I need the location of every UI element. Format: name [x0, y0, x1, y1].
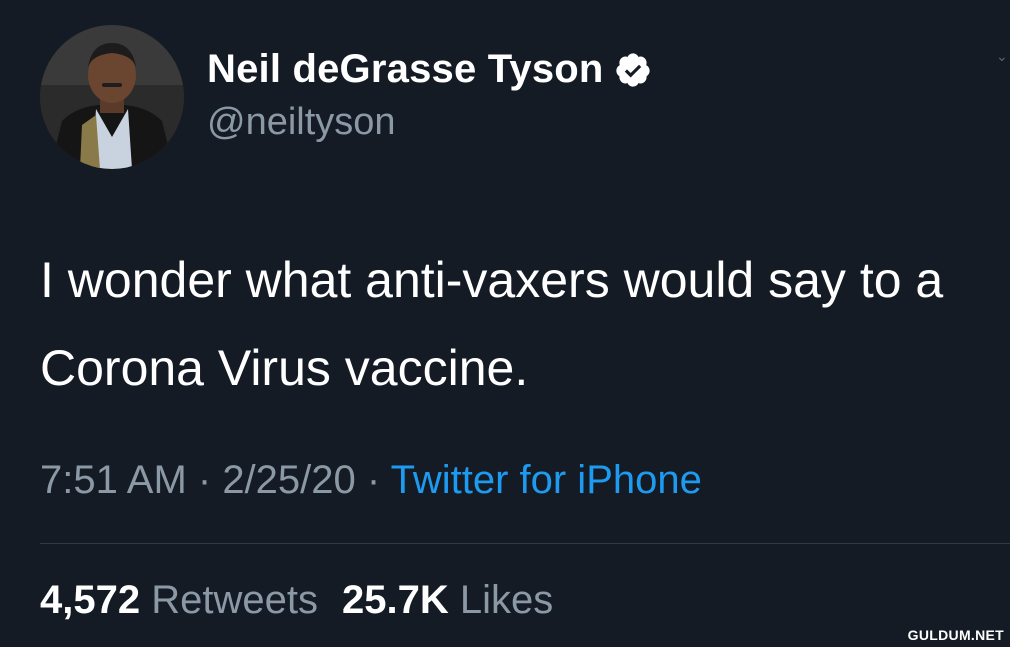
retweets-stat[interactable]: 4,572 Retweets — [40, 578, 318, 622]
avatar[interactable] — [40, 25, 184, 169]
likes-label: Likes — [459, 578, 554, 622]
retweets-label: Retweets — [151, 578, 318, 622]
meta-separator: · — [355, 458, 391, 502]
tweet-source-link[interactable]: Twitter for iPhone — [391, 458, 702, 502]
divider — [40, 543, 1010, 544]
likes-stat[interactable]: 25.7K Likes — [342, 578, 553, 622]
tweet-time[interactable]: 7:51 AM — [40, 458, 187, 502]
meta-separator: · — [186, 458, 223, 502]
author-handle[interactable]: @neiltyson — [207, 101, 396, 144]
author-name-row[interactable]: Neil deGrasse Tyson — [207, 47, 652, 92]
likes-count: 25.7K — [341, 578, 449, 622]
display-name[interactable]: Neil deGrasse Tyson — [207, 47, 604, 92]
chevron-down-icon[interactable]: ⌄ — [996, 48, 1010, 64]
tweet-stats: 4,572 Retweets 25.7K Likes — [40, 578, 553, 623]
profile-photo — [40, 25, 184, 169]
verified-badge-icon — [614, 51, 652, 89]
tweet-metadata: 7:51 AM · 2/25/20 · Twitter for iPhone — [40, 458, 702, 503]
retweets-count: 4,572 — [40, 578, 141, 622]
tweet-text: I wonder what anti-vaxers would say to a… — [40, 252, 944, 396]
watermark: GULDUM.NET — [907, 627, 1004, 643]
tweet-date[interactable]: 2/25/20 — [222, 458, 355, 502]
